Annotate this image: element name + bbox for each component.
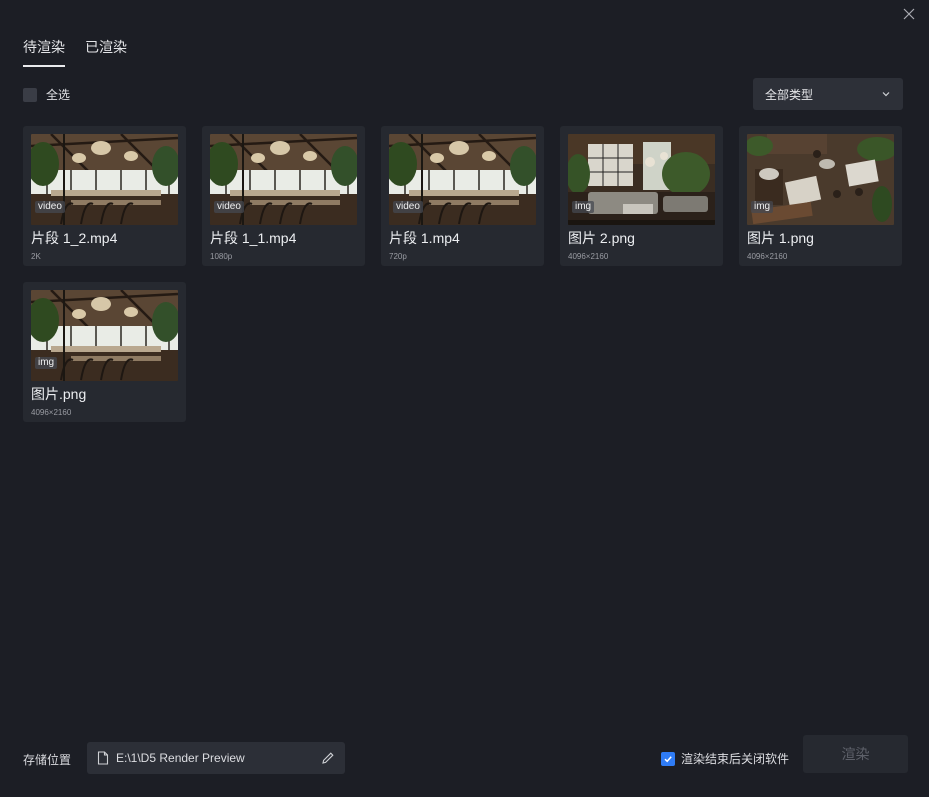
render-thumbnail: video [389, 134, 536, 225]
toolbar: 全选 全部类型 [23, 78, 903, 110]
render-item-title: 图片.png [31, 386, 87, 402]
checkbox-checked[interactable] [661, 751, 675, 766]
render-item-resolution: 4096×2160 [568, 252, 609, 261]
select-all-label: 全选 [46, 88, 71, 102]
render-item-resolution: 720p [389, 252, 407, 261]
render-item-card[interactable]: img 图片.png 4096×2160 [23, 282, 186, 422]
close-after-label: 渲染结束后关闭软件 [681, 752, 790, 766]
tab-bar: 待渲染 已渲染 [23, 37, 127, 67]
storage-path-field[interactable]: E:\1\D5 Render Preview [87, 742, 345, 774]
render-item-card[interactable]: video 片段 1.mp4 720p [381, 126, 544, 266]
check-icon [664, 755, 672, 762]
render-thumbnail: img [31, 290, 178, 381]
close-icon [903, 8, 915, 20]
render-thumbnail: img [747, 134, 894, 225]
render-thumbnail: video [31, 134, 178, 225]
media-type-badge: img [751, 201, 774, 213]
edit-pencil-icon[interactable] [321, 751, 335, 765]
tab-pending[interactable]: 待渲染 [23, 37, 65, 67]
render-item-card[interactable]: img 图片 1.png 4096×2160 [739, 126, 902, 266]
render-button[interactable]: 渲染 [803, 735, 908, 773]
render-item-resolution: 4096×2160 [747, 252, 788, 261]
render-item-resolution: 4096×2160 [31, 408, 72, 417]
render-item-title: 图片 1.png [747, 230, 814, 246]
render-item-title: 片段 1.mp4 [389, 230, 460, 246]
type-filter-dropdown[interactable]: 全部类型 [753, 78, 903, 110]
render-item-title: 图片 2.png [568, 230, 635, 246]
media-type-badge: video [35, 201, 65, 213]
media-type-badge: video [393, 201, 423, 213]
render-item-card[interactable]: img 图片 2.png 4096×2160 [560, 126, 723, 266]
close-button[interactable] [901, 6, 917, 22]
render-item-title: 片段 1_1.mp4 [210, 230, 297, 246]
render-item-resolution: 1080p [210, 252, 233, 261]
render-item-title: 片段 1_2.mp4 [31, 230, 118, 246]
media-type-badge: video [214, 201, 244, 213]
render-thumbnail: img [568, 134, 715, 225]
chevron-down-icon [882, 92, 890, 97]
render-item-card[interactable]: video 片段 1_1.mp4 1080p [202, 126, 365, 266]
checkbox-box[interactable] [23, 87, 37, 102]
storage-location-label: 存储位置 [23, 753, 72, 767]
render-queue-grid: video 片段 1_2.mp4 2K video 片段 1_1.mp4 1080p [23, 126, 902, 422]
footer: 存储位置 E:\1\D5 Render Preview 渲染结束后关闭软件 渲染 [0, 735, 929, 775]
render-thumbnail: video [210, 134, 357, 225]
select-all-checkbox[interactable]: 全选 [23, 86, 70, 103]
media-type-badge: img [35, 357, 58, 369]
file-icon [97, 751, 109, 765]
type-filter-value: 全部类型 [765, 87, 814, 102]
close-after-render-checkbox[interactable]: 渲染结束后关闭软件 [661, 750, 789, 767]
render-item-resolution: 2K [31, 252, 41, 261]
storage-path-text: E:\1\D5 Render Preview [116, 751, 245, 765]
render-item-card[interactable]: video 片段 1_2.mp4 2K [23, 126, 186, 266]
tab-rendered[interactable]: 已渲染 [85, 37, 127, 67]
media-type-badge: img [572, 201, 595, 213]
